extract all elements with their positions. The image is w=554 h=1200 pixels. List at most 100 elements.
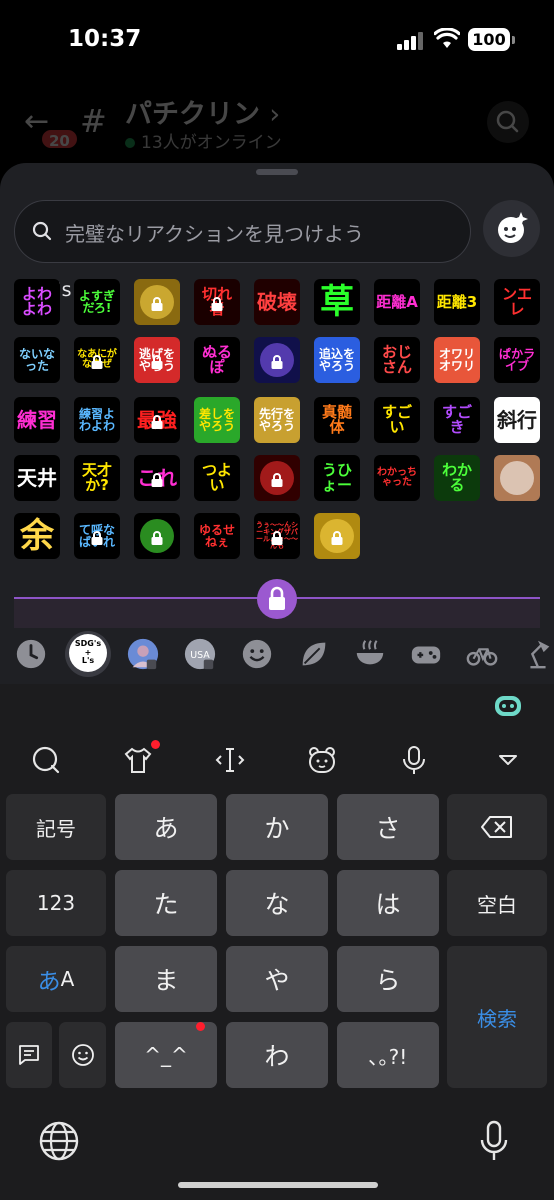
custom-emoji[interactable]: うひょー (314, 455, 360, 501)
custom-emoji[interactable]: ゆるせねぇ (194, 513, 240, 559)
custom-emoji[interactable]: わかる (434, 455, 480, 501)
nature-leaf-icon[interactable] (296, 636, 332, 672)
dictation-mic-icon[interactable] (480, 1120, 508, 1162)
cursor-move-icon[interactable] (214, 744, 246, 776)
space-key[interactable]: 空白 (447, 870, 547, 936)
keyboard-toolbar (0, 684, 554, 790)
custom-emoji[interactable]: 天井 (14, 455, 60, 501)
svg-text:USA: USA (190, 650, 210, 661)
status-time: 10:37 (68, 26, 142, 52)
key-ka[interactable]: か (226, 794, 328, 860)
bear-sticker-icon[interactable] (306, 744, 338, 776)
custom-emoji[interactable]: なあにがなあぜ (74, 337, 120, 383)
custom-emoji[interactable]: 先行をやろう (254, 397, 300, 443)
key-ha[interactable]: は (337, 870, 439, 936)
channel-title[interactable]: パチクリン › (125, 92, 280, 131)
custom-emoji[interactable]: オワリオワリ (434, 337, 480, 383)
custom-emoji-text: 草 (320, 282, 354, 322)
globe-icon[interactable] (38, 1120, 80, 1162)
custom-emoji[interactable] (254, 337, 300, 383)
key-ma[interactable]: ま (115, 946, 217, 1012)
custom-emoji[interactable]: よすぎだろ! (74, 279, 120, 325)
smiley-icon[interactable] (239, 636, 275, 672)
custom-emoji-text: すごい (381, 403, 412, 436)
battery-indicator: 100 (468, 28, 515, 51)
custom-emoji[interactable] (134, 279, 180, 325)
sheet-drag-handle[interactable] (256, 169, 298, 175)
custom-emoji[interactable]: 破壊 (254, 279, 300, 325)
sdg-pack-icon[interactable]: SDG's + L's (69, 634, 107, 672)
custom-emoji[interactable] (314, 513, 360, 559)
custom-emoji[interactable]: 逃げをやろう (134, 337, 180, 383)
key-ta[interactable]: た (115, 870, 217, 936)
activity-bike-icon[interactable] (464, 636, 500, 672)
server-avatar-icon[interactable] (125, 636, 161, 672)
custom-emoji[interactable]: 最強 (134, 397, 180, 443)
objects-lamp-icon[interactable] (520, 636, 554, 672)
custom-emoji[interactable]: おじさん (374, 337, 420, 383)
custom-emoji[interactable]: 斜行 (494, 397, 540, 443)
server-usa-icon[interactable]: USA (182, 636, 218, 672)
key-a[interactable]: あ (115, 794, 217, 860)
custom-emoji[interactable]: 練習 (14, 397, 60, 443)
custom-emoji[interactable]: 真髄体 (314, 397, 360, 443)
key-ra[interactable]: ら (337, 946, 439, 1012)
custom-emoji[interactable]: 追込をやろう (314, 337, 360, 383)
gaming-controller-icon[interactable] (408, 636, 444, 672)
custom-emoji[interactable] (254, 455, 300, 501)
custom-emoji-text: 先行をやろう (258, 407, 295, 433)
key-numbers[interactable]: 123 (6, 870, 106, 936)
custom-emoji[interactable]: 草 (314, 279, 360, 325)
emoji-search-input[interactable]: 完璧なリアクションを見つけよう (14, 200, 471, 263)
robot-mascot-icon[interactable] (492, 690, 524, 720)
input-mode-key[interactable]: あA (6, 946, 106, 1012)
custom-emoji[interactable]: わかっちゃった (374, 455, 420, 501)
sdg-pack-label: SDG's + L's (69, 634, 107, 672)
clipboard-key[interactable] (6, 1022, 52, 1088)
key-wa[interactable]: わ (226, 1022, 328, 1088)
custom-emoji[interactable]: ぱかライブ (494, 337, 540, 383)
key-na[interactable]: な (226, 870, 328, 936)
custom-emoji[interactable] (494, 455, 540, 501)
custom-emoji[interactable]: ないなった (14, 337, 60, 383)
backspace-key[interactable] (447, 794, 547, 860)
online-dot-icon (125, 138, 135, 148)
food-bowl-icon[interactable] (352, 636, 388, 672)
custom-emoji[interactable]: よわよわ (14, 279, 60, 325)
emoji-key[interactable] (59, 1022, 106, 1088)
custom-emoji[interactable]: て呼なばいれ (74, 513, 120, 559)
online-count-text: 13人がオンライン (141, 133, 282, 153)
custom-emoji-text: うひょー (321, 461, 352, 494)
custom-emoji[interactable]: つよい (194, 455, 240, 501)
custom-emoji[interactable]: ンエレ (494, 279, 540, 325)
ai-emoji-button[interactable] (483, 200, 540, 257)
custom-emoji[interactable]: 距離A (374, 279, 420, 325)
custom-emoji[interactable]: すごい (374, 397, 420, 443)
collapse-keyboard-icon[interactable] (492, 744, 524, 776)
lock-icon (151, 355, 163, 369)
premium-lock-button[interactable] (257, 579, 297, 619)
custom-emoji[interactable]: 切れ者 (194, 279, 240, 325)
search-enter-key[interactable]: 検索 (447, 946, 547, 1088)
search-bubble-icon[interactable] (30, 744, 62, 776)
lock-icon (151, 415, 163, 429)
custom-emoji[interactable] (134, 513, 180, 559)
recent-clock-icon[interactable] (13, 636, 49, 672)
custom-emoji[interactable]: うぅ〜〜んシーキングザパールよぉ〜〜んも (254, 513, 300, 559)
kaomoji-key[interactable]: ^_^ (115, 1022, 217, 1088)
custom-emoji[interactable]: 余 (14, 513, 60, 559)
custom-emoji[interactable]: すごき (434, 397, 480, 443)
custom-emoji[interactable]: 差しをやろう (194, 397, 240, 443)
custom-emoji[interactable]: 距離3 (434, 279, 480, 325)
punctuation-key[interactable]: ､｡?! (337, 1022, 439, 1088)
voice-mic-icon[interactable] (398, 744, 430, 776)
custom-emoji[interactable]: これ (134, 455, 180, 501)
channel-search-button[interactable] (487, 101, 529, 143)
key-sa[interactable]: さ (337, 794, 439, 860)
custom-emoji[interactable]: 天才か? (74, 455, 120, 501)
key-ya[interactable]: や (226, 946, 328, 1012)
custom-emoji[interactable]: 練習よわよわ (74, 397, 120, 443)
key-symbols[interactable]: 記号 (6, 794, 106, 860)
theme-shirt-icon[interactable] (122, 744, 154, 776)
custom-emoji[interactable]: ぬるぽ (194, 337, 240, 383)
